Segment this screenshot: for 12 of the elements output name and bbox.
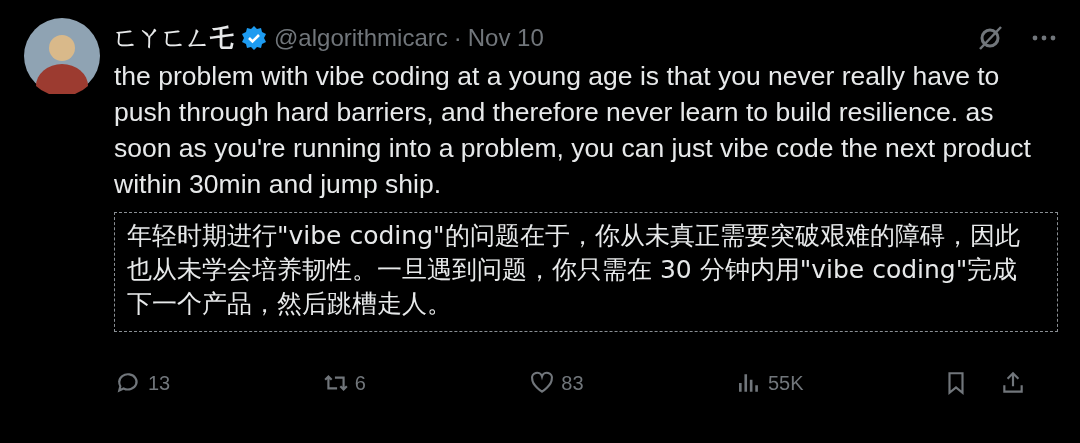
post-date[interactable]: Nov 10 — [467, 24, 544, 52]
reply-button[interactable]: 13 — [116, 370, 171, 396]
display-name[interactable]: ㄈㄚㄈㄥ乇 — [114, 22, 234, 54]
separator-dot: · — [453, 24, 462, 52]
avatar[interactable] — [24, 18, 100, 94]
repost-button[interactable]: 6 — [322, 370, 366, 396]
translation-text: 年轻时期进行"vibe coding"的问题在于，你从未真正需要突破艰难的障碍，因此也从未学会培养韧性。一旦遇到问题，你只需在 30 分钟内用"vibe coding"完成下一个产品，然后跳槽走人。 — [114, 212, 1058, 332]
user-handle[interactable]: @algorithmicarc — [274, 24, 448, 52]
post-text: the problem with vibe coding at a young age is that you never really have to push through hard barriers, and therefore never learn to build resilience. as soon as you're running into a problem, you can just vibe code the next product within 30min and jump ship. — [114, 60, 1032, 201]
views-button[interactable]: 55K — [735, 370, 804, 396]
like-button[interactable]: 83 — [529, 370, 584, 396]
heart-icon — [529, 370, 556, 396]
